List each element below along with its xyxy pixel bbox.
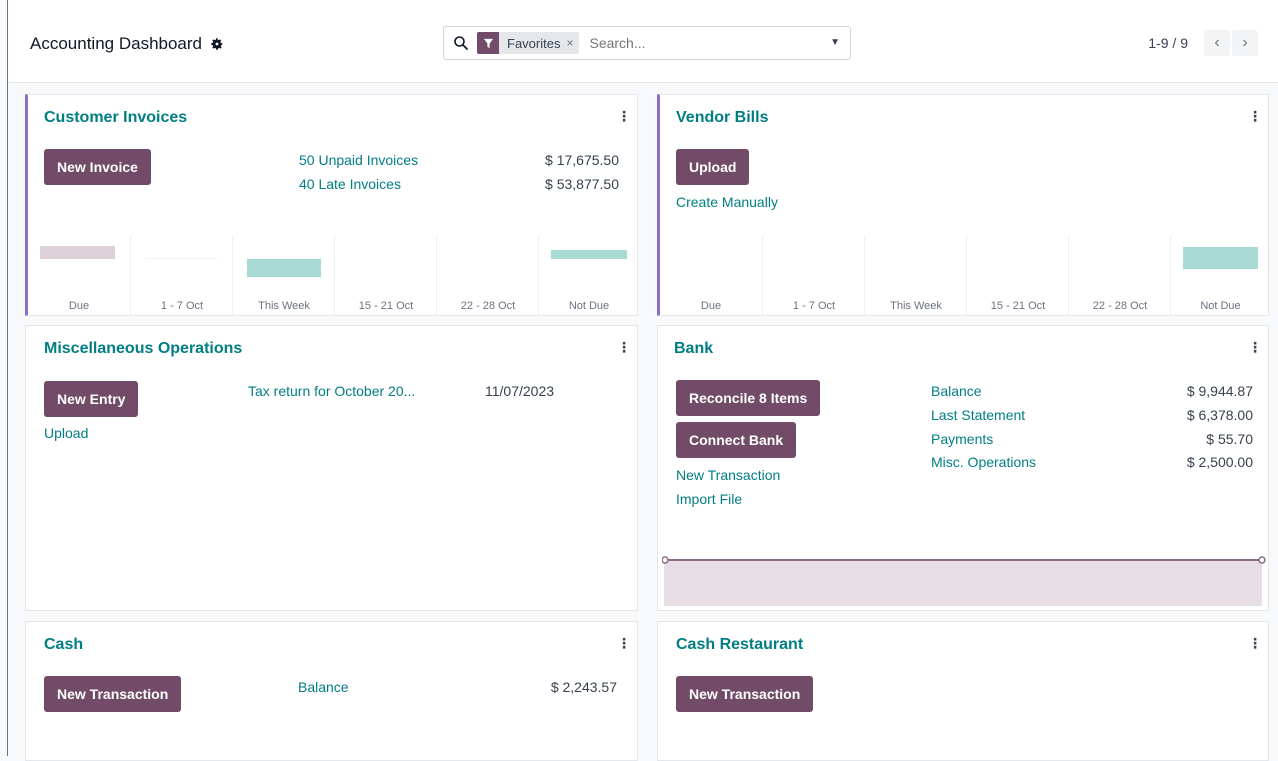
unpaid-invoices-link[interactable]: 50 Unpaid Invoices	[299, 152, 418, 168]
graph-bar-due[interactable]	[40, 246, 115, 259]
balance-link[interactable]: Balance	[931, 383, 982, 399]
card-title[interactable]: Miscellaneous Operations	[44, 340, 242, 358]
new-transaction-button[interactable]: New Transaction	[676, 676, 814, 712]
customer-invoices-card: Customer Invoices ⋮ New Invoice 50 Unpai…	[25, 94, 638, 316]
graph-column: 1 - 7 Oct	[762, 235, 865, 315]
payments-amount: $ 55.70	[1206, 431, 1253, 447]
bank-card: Bank ⋮ Reconcile 8 Items Connect Bank Ne…	[657, 325, 1269, 611]
balance-area	[664, 560, 1262, 606]
graph-label: 22 - 28 Oct	[460, 300, 516, 312]
cash-card: Cash ⋮ New Transaction Balance $ 2,243.5…	[25, 621, 638, 761]
graph-column: Not Due	[1170, 235, 1270, 315]
card-menu-icon[interactable]: ⋮	[617, 109, 631, 123]
favorites-facet[interactable]: Favorites ×	[477, 32, 580, 54]
misc-operations-amount: $ 2,500.00	[1186, 454, 1253, 470]
upload-button[interactable]: Upload	[676, 149, 750, 185]
connect-bank-button[interactable]: Connect Bank	[676, 422, 797, 458]
create-manually-link[interactable]: Create Manually	[676, 194, 778, 210]
card-menu-icon[interactable]: ⋮	[617, 340, 631, 354]
bank-balance-graph[interactable]	[662, 554, 1266, 606]
graph-column: Due	[660, 235, 762, 315]
card-menu-icon[interactable]: ⋮	[1248, 636, 1262, 650]
cash-balance-link[interactable]: Balance	[298, 679, 349, 695]
search-dropdown-toggle-icon[interactable]: ▼	[830, 37, 840, 48]
graph-column: 15 - 21 Oct	[966, 235, 1069, 315]
pager: 1-9 / 9 ‹ ›	[1148, 30, 1258, 56]
graph-label: Not Due	[568, 300, 610, 312]
last-statement-link[interactable]: Last Statement	[931, 407, 1025, 423]
facet-label: Favorites	[507, 35, 561, 51]
graph-column: Not Due	[538, 235, 639, 315]
gear-icon[interactable]	[210, 37, 224, 51]
late-invoices-amount: $ 53,877.50	[545, 176, 619, 192]
control-panel: Accounting Dashboard Favorites × ▼ 1-9 /…	[8, 0, 1278, 83]
search-bar[interactable]: Favorites × ▼	[443, 26, 851, 60]
window-edge	[7, 0, 8, 756]
page-title-text: Accounting Dashboard	[30, 34, 203, 53]
graph-column: 22 - 28 Oct	[436, 235, 539, 315]
graph-bar-not-due[interactable]	[551, 250, 627, 259]
graph-column: Due	[28, 235, 130, 315]
balance-point-start	[662, 556, 669, 564]
graph-label: 1 - 7 Oct	[792, 300, 836, 312]
graph-label: 15 - 21 Oct	[990, 300, 1046, 312]
card-title[interactable]: Cash	[44, 636, 83, 654]
facet-remove-icon[interactable]: ×	[566, 36, 579, 50]
pager-value[interactable]: 1-9 / 9	[1148, 35, 1188, 51]
reconcile-items-button[interactable]: Reconcile 8 Items	[676, 380, 821, 416]
graph-label: 15 - 21 Oct	[358, 300, 414, 312]
last-statement-amount: $ 6,378.00	[1186, 407, 1253, 423]
graph-column: This Week	[232, 235, 335, 315]
vendor-bills-card: Vendor Bills ⋮ Upload Create Manually Du…	[657, 94, 1269, 316]
balance-amount: $ 9,944.87	[1186, 383, 1253, 399]
graph-label: This Week	[890, 300, 942, 312]
graph-column: 15 - 21 Oct	[334, 235, 437, 315]
balance-point-end	[1258, 556, 1266, 564]
graph-column: This Week	[864, 235, 967, 315]
graph-bar-not-due[interactable]	[1183, 247, 1258, 269]
card-title[interactable]: Cash Restaurant	[676, 636, 803, 654]
filter-icon	[477, 32, 499, 54]
graph-label: 22 - 28 Oct	[1092, 300, 1148, 312]
card-title[interactable]: Customer Invoices	[44, 109, 187, 127]
graph-label: Due	[68, 300, 90, 312]
cash-restaurant-card: Cash Restaurant ⋮ New Transaction	[657, 621, 1269, 761]
tax-return-entry-link[interactable]: Tax return for October 20...	[248, 383, 415, 399]
tax-return-entry-date: 11/07/2023	[485, 383, 555, 399]
new-transaction-button[interactable]: New Transaction	[44, 676, 182, 712]
card-title[interactable]: Vendor Bills	[676, 109, 768, 127]
graph-bar-this-week[interactable]	[247, 259, 321, 277]
card-menu-icon[interactable]: ⋮	[617, 636, 631, 650]
search-icon[interactable]	[453, 35, 469, 51]
unpaid-invoices-amount: $ 17,675.50	[545, 152, 619, 168]
page-title: Accounting Dashboard	[30, 34, 224, 54]
graph-label: 1 - 7 Oct	[160, 300, 204, 312]
card-title[interactable]: Bank	[674, 340, 713, 358]
bills-graph[interactable]: Due 1 - 7 Oct This Week 15 - 21 Oct 22 -…	[660, 235, 1268, 315]
pager-previous-icon[interactable]: ‹	[1204, 30, 1230, 56]
new-transaction-link[interactable]: New Transaction	[676, 467, 780, 483]
misc-operations-link[interactable]: Misc. Operations	[931, 454, 1036, 470]
graph-bar-oct-1-7[interactable]	[146, 258, 218, 259]
card-menu-icon[interactable]: ⋮	[1248, 109, 1262, 123]
late-invoices-link[interactable]: 40 Late Invoices	[299, 176, 401, 192]
payments-link[interactable]: Payments	[931, 431, 993, 447]
card-menu-icon[interactable]: ⋮	[1248, 340, 1262, 354]
graph-label: Not Due	[1200, 300, 1241, 312]
graph-column: 1 - 7 Oct	[130, 235, 233, 315]
upload-link[interactable]: Upload	[44, 425, 88, 441]
graph-label: This Week	[258, 300, 310, 312]
cash-balance-amount: $ 2,243.57	[550, 679, 617, 695]
pager-next-icon[interactable]: ›	[1232, 30, 1258, 56]
invoices-graph[interactable]: Due 1 - 7 Oct This Week 15 - 21 Oct 22 -…	[28, 235, 637, 315]
new-entry-button[interactable]: New Entry	[44, 381, 139, 417]
graph-label: Due	[700, 300, 722, 312]
misc-operations-card: Miscellaneous Operations ⋮ New Entry Upl…	[25, 325, 638, 611]
search-input[interactable]	[587, 34, 792, 52]
new-invoice-button[interactable]: New Invoice	[44, 149, 151, 185]
graph-column: 22 - 28 Oct	[1068, 235, 1171, 315]
import-file-link[interactable]: Import File	[676, 491, 742, 507]
